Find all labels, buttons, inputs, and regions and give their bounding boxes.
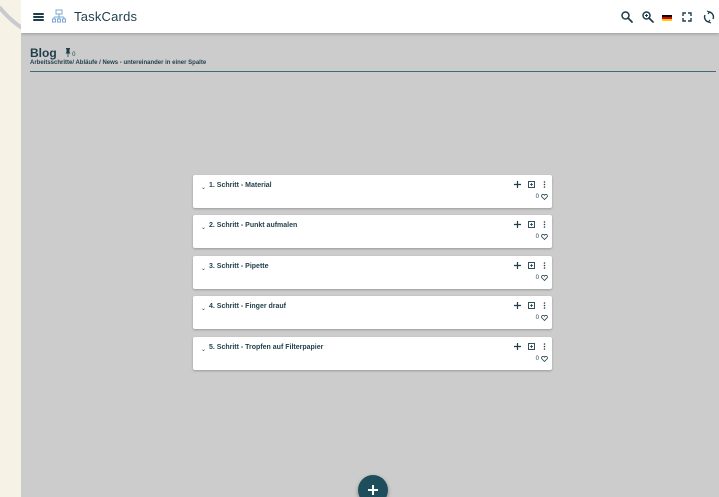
card-title: 4. Schritt - Finger drauf: [209, 303, 287, 310]
search-icon[interactable]: [620, 10, 634, 24]
heart-icon[interactable]: [541, 275, 548, 281]
more-options-icon[interactable]: [543, 181, 546, 188]
card[interactable]: ⌄ 2. Schritt - Punkt aufmalen 0: [193, 215, 552, 248]
chevron-down-icon[interactable]: ⌄: [201, 346, 206, 353]
like-count: 0: [535, 275, 539, 281]
card[interactable]: ⌄ 4. Schritt - Finger drauf 0: [193, 296, 552, 329]
like-button[interactable]: 0: [536, 356, 548, 362]
like-count: 0: [535, 234, 539, 240]
fullscreen-icon[interactable]: [680, 10, 694, 24]
app-window: TaskCards Blog 0 Arbeitsschritte/ Abläuf…: [21, 0, 719, 497]
add-card-button[interactable]: [358, 475, 388, 497]
german-flag-icon[interactable]: [662, 15, 672, 21]
detail-view-icon[interactable]: [528, 262, 535, 269]
taskcards-logo-icon[interactable]: [52, 9, 67, 24]
heart-icon[interactable]: [541, 356, 548, 362]
card-title: 3. Schritt - Pipette: [209, 263, 269, 270]
more-options-icon[interactable]: [543, 262, 546, 269]
move-icon[interactable]: [514, 181, 521, 188]
card-title: 1. Schritt - Material: [209, 182, 272, 189]
like-count: 0: [535, 194, 539, 200]
move-icon[interactable]: [514, 221, 521, 228]
detail-view-icon[interactable]: [528, 302, 535, 309]
like-count: 0: [535, 315, 539, 321]
pin-count: 0: [72, 52, 76, 58]
detail-view-icon[interactable]: [528, 221, 535, 228]
heart-icon[interactable]: [541, 194, 548, 200]
card-title: 2. Schritt - Punkt aufmalen: [209, 222, 298, 229]
detail-view-icon[interactable]: [528, 343, 535, 350]
more-options-icon[interactable]: [543, 343, 546, 350]
header-divider: [30, 71, 716, 72]
pin-icon[interactable]: [65, 48, 71, 57]
zoom-in-icon[interactable]: [641, 10, 655, 24]
pin-toggle[interactable]: 0: [65, 43, 75, 61]
menu-icon[interactable]: [33, 13, 44, 21]
move-icon[interactable]: [514, 343, 521, 350]
card[interactable]: ⌄ 5. Schritt - Tropfen auf Filterpapier …: [193, 337, 552, 370]
board-title: Blog: [30, 46, 57, 60]
card-title: 5. Schritt - Tropfen auf Filterpapier: [209, 344, 324, 351]
chevron-down-icon[interactable]: ⌄: [201, 305, 206, 312]
chevron-down-icon[interactable]: ⌄: [201, 184, 206, 191]
refresh-icon[interactable]: [702, 10, 716, 24]
like-count: 0: [535, 356, 539, 362]
heart-icon[interactable]: [541, 234, 548, 240]
more-options-icon[interactable]: [543, 221, 546, 228]
chevron-down-icon[interactable]: ⌄: [201, 224, 206, 231]
detail-view-icon[interactable]: [528, 181, 535, 188]
app-title[interactable]: TaskCards: [74, 9, 137, 24]
more-options-icon[interactable]: [543, 302, 546, 309]
move-icon[interactable]: [514, 302, 521, 309]
plus-icon-stroke[interactable]: [372, 485, 374, 495]
like-button[interactable]: 0: [536, 315, 548, 321]
card[interactable]: ⌄ 1. Schritt - Material 0: [193, 175, 552, 208]
card[interactable]: ⌄ 3. Schritt - Pipette 0: [193, 256, 552, 289]
like-button[interactable]: 0: [536, 234, 548, 240]
like-button[interactable]: 0: [536, 275, 548, 281]
board-description: Arbeitsschritte/ Abläufe / News - untere…: [30, 60, 207, 66]
heart-icon[interactable]: [541, 315, 548, 321]
top-app-bar: TaskCards: [21, 0, 719, 33]
chevron-down-icon[interactable]: ⌄: [201, 265, 206, 272]
move-icon[interactable]: [514, 262, 521, 269]
like-button[interactable]: 0: [536, 194, 548, 200]
